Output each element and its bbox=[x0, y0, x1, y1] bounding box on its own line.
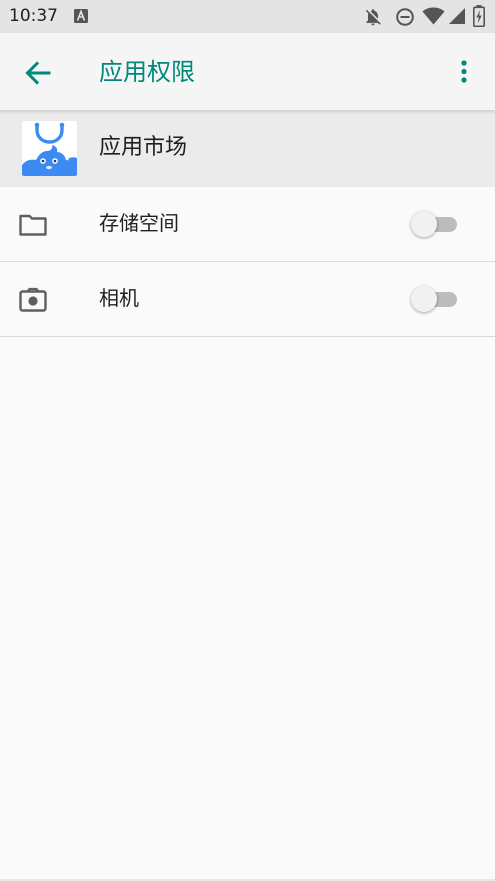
arrow-back-icon bbox=[25, 61, 51, 85]
more-vert-icon bbox=[461, 60, 467, 83]
wifi-icon bbox=[422, 7, 445, 25]
app-bar: 应用权限 bbox=[0, 33, 495, 110]
app-header: 应用市场 bbox=[0, 110, 495, 187]
app-market-icon bbox=[22, 121, 77, 176]
battery-icon bbox=[473, 5, 485, 27]
permission-label: 存储空间 bbox=[99, 211, 179, 235]
notifications-off-icon bbox=[365, 9, 381, 26]
toggle-thumb bbox=[411, 211, 437, 237]
status-bar: 10:37 bbox=[0, 0, 495, 33]
folder-icon bbox=[19, 214, 47, 236]
do-not-disturb-icon bbox=[396, 8, 414, 26]
page-title: 应用权限 bbox=[99, 58, 195, 86]
cellular-icon bbox=[449, 8, 465, 24]
camera-icon bbox=[19, 287, 47, 312]
notification-a-icon bbox=[74, 9, 88, 23]
app-name: 应用市场 bbox=[99, 135, 188, 160]
back-button[interactable] bbox=[18, 53, 58, 93]
overflow-menu-button[interactable] bbox=[449, 57, 479, 87]
permission-row-storage[interactable]: 存储空间 bbox=[0, 187, 495, 262]
permission-row-camera[interactable]: 相机 bbox=[0, 262, 495, 337]
storage-permission-toggle[interactable] bbox=[411, 210, 459, 238]
permission-label: 相机 bbox=[99, 286, 139, 310]
toggle-thumb bbox=[411, 286, 437, 312]
status-time: 10:37 bbox=[9, 6, 58, 26]
camera-permission-toggle[interactable] bbox=[411, 285, 459, 313]
